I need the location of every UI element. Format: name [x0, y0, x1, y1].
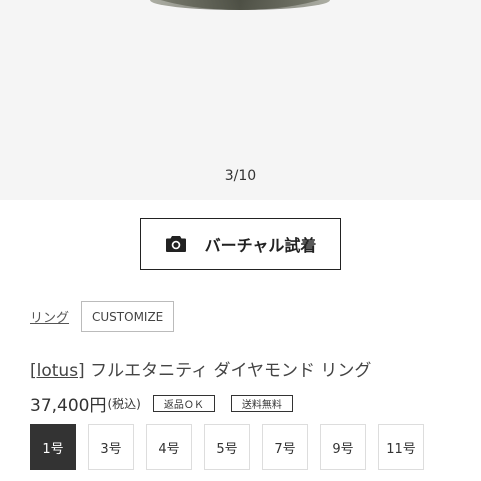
size-option-5[interactable]: 5号 — [204, 424, 250, 470]
product-title: [lotus] フルエタニティ ダイヤモンド リング — [30, 356, 371, 381]
ring-image-shadow — [150, 0, 330, 10]
free-shipping-badge: 送料無料 — [230, 395, 293, 412]
camera-icon — [165, 235, 187, 253]
category-link-ring[interactable]: リング — [30, 307, 69, 326]
tax-note: (税込) — [107, 397, 141, 411]
return-ok-badge: 返品ＯＫ — [152, 395, 215, 412]
image-counter: 3/10 — [224, 168, 257, 184]
size-option-1[interactable]: 1号 — [30, 424, 76, 470]
size-option-4[interactable]: 4号 — [146, 424, 192, 470]
size-option-7[interactable]: 7号 — [262, 424, 308, 470]
category-row: リング CUSTOMIZE — [30, 301, 175, 332]
size-option-11[interactable]: 11号 — [378, 424, 424, 470]
product-price: 37,400円 — [30, 396, 107, 416]
size-option-9[interactable]: 9号 — [320, 424, 366, 470]
product-name: フルエタニティ ダイヤモンド リング — [84, 361, 372, 381]
price-row: 37,400円 (税込) 返品ＯＫ 送料無料 — [30, 391, 293, 416]
product-image-gallery[interactable]: 3/10 — [0, 0, 481, 200]
size-option-3[interactable]: 3号 — [88, 424, 134, 470]
brand-link[interactable]: [lotus] — [30, 361, 85, 381]
size-selector: 1号 3号 4号 5号 7号 9号 11号 — [30, 424, 424, 470]
virtual-try-on-button[interactable]: バーチャル試着 — [140, 218, 341, 270]
virtual-try-on-label: バーチャル試着 — [204, 236, 317, 255]
customize-tag[interactable]: CUSTOMIZE — [81, 301, 175, 332]
